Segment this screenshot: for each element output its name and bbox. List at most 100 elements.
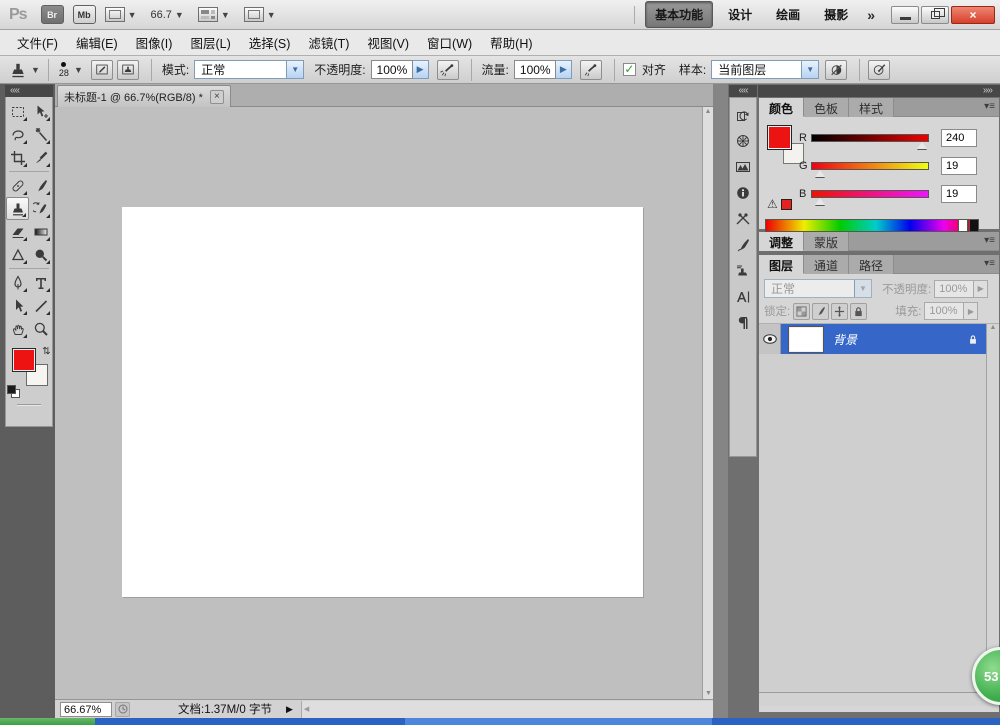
black-swatch[interactable] bbox=[969, 219, 979, 232]
collapse-dock-button[interactable]: »» bbox=[758, 85, 1000, 97]
clone-stamp-preset-button[interactable]: ▼ bbox=[8, 61, 40, 79]
lock-transparency-button[interactable] bbox=[793, 302, 811, 320]
menu-file[interactable]: 文件(F) bbox=[8, 29, 67, 56]
taskbar-sliver[interactable] bbox=[0, 718, 1000, 725]
pen-tool[interactable] bbox=[6, 271, 29, 294]
tab-swatches[interactable]: 色板 bbox=[804, 98, 850, 117]
tablet-pressure-button[interactable] bbox=[868, 59, 891, 80]
move-tool[interactable] bbox=[29, 100, 52, 123]
blue-value-input[interactable]: 19 bbox=[941, 185, 977, 203]
tab-adjustments[interactable]: 调整 bbox=[759, 232, 805, 251]
foreground-color-swatch[interactable] bbox=[12, 348, 36, 372]
gradient-tool[interactable] bbox=[29, 220, 52, 243]
paragraph-panel-button[interactable] bbox=[731, 310, 755, 336]
workspace-overflow-button[interactable]: » bbox=[867, 7, 875, 23]
scroll-down-icon[interactable]: ▼ bbox=[705, 689, 712, 699]
green-slider[interactable] bbox=[811, 162, 929, 177]
layer-row-background[interactable]: 背景 bbox=[759, 324, 986, 354]
document-tab[interactable]: 未标题-1 @ 66.7%(RGB/8) * × bbox=[57, 85, 231, 107]
tab-paths[interactable]: 路径 bbox=[849, 255, 895, 274]
magic-wand-tool[interactable] bbox=[29, 123, 52, 146]
vertical-scrollbar[interactable]: ▲ ▼ bbox=[702, 107, 713, 699]
airbrush-opacity-button[interactable] bbox=[436, 59, 459, 80]
blue-slider[interactable] bbox=[811, 190, 929, 205]
workspace-painting[interactable]: 绘画 bbox=[767, 2, 809, 27]
zoom-level-button[interactable]: 66.7 ▼ bbox=[151, 9, 184, 21]
ignore-adjustment-layers-button[interactable] bbox=[825, 59, 848, 80]
histogram-panel-button[interactable] bbox=[731, 154, 755, 180]
red-slider[interactable] bbox=[811, 134, 929, 149]
horizontal-scrollbar[interactable]: ◀ bbox=[300, 700, 713, 718]
layer-opacity-value[interactable]: 100% bbox=[934, 279, 975, 298]
workspace-design[interactable]: 设计 bbox=[719, 2, 761, 27]
toggle-brush-panel-button[interactable] bbox=[90, 59, 113, 80]
arrange-documents-button[interactable]: ▼ bbox=[197, 7, 230, 22]
color-spectrum-ramp[interactable] bbox=[765, 219, 979, 232]
workspace-essentials[interactable]: 基本功能 bbox=[645, 1, 714, 28]
crop-tool[interactable] bbox=[6, 146, 29, 169]
history-panel-button[interactable] bbox=[731, 102, 755, 128]
screen-mode-button[interactable]: ▼ bbox=[243, 7, 276, 22]
default-colors-icon[interactable] bbox=[7, 385, 20, 398]
type-tool[interactable] bbox=[29, 271, 52, 294]
character-panel-button[interactable] bbox=[731, 284, 755, 310]
tab-masks[interactable]: 蒙版 bbox=[804, 232, 850, 251]
mini-bridge-button[interactable]: Mb bbox=[72, 5, 96, 24]
chevron-right-icon[interactable]: ▶ bbox=[412, 60, 429, 79]
blend-mode-select[interactable]: 正常 ▼ bbox=[194, 60, 305, 79]
layer-blend-mode-select[interactable]: 正常 ▼ bbox=[764, 279, 872, 298]
panel-menu-icon[interactable]: ▾≡ bbox=[984, 235, 995, 246]
restore-button[interactable] bbox=[921, 5, 949, 24]
clone-source-panel-button[interactable] bbox=[731, 258, 755, 284]
info-panel-button[interactable] bbox=[731, 180, 755, 206]
menu-select[interactable]: 选择(S) bbox=[240, 29, 300, 56]
opacity-value[interactable]: 100% bbox=[370, 60, 413, 79]
layer-thumbnail[interactable] bbox=[788, 325, 824, 353]
close-button[interactable]: × bbox=[951, 5, 995, 24]
hand-tool[interactable] bbox=[6, 317, 29, 340]
tab-layers[interactable]: 图层 bbox=[759, 255, 805, 274]
clone-stamp-tool[interactable] bbox=[6, 197, 29, 220]
red-slider-handle[interactable] bbox=[917, 142, 927, 149]
lock-all-button[interactable] bbox=[850, 302, 868, 320]
chevron-right-icon[interactable]: ▶ bbox=[964, 302, 979, 320]
chevron-right-icon[interactable]: ▶ bbox=[974, 279, 989, 298]
green-value-input[interactable]: 19 bbox=[941, 157, 977, 175]
status-clock-icon[interactable] bbox=[115, 701, 130, 717]
menu-filter[interactable]: 滤镜(T) bbox=[299, 29, 358, 56]
airbrush-flow-button[interactable] bbox=[579, 59, 602, 80]
canvas-background[interactable] bbox=[55, 107, 702, 699]
gamut-color-swatch[interactable] bbox=[780, 198, 792, 210]
brush-tool[interactable] bbox=[29, 174, 52, 197]
blur-tool[interactable] bbox=[6, 243, 29, 266]
close-icon[interactable]: × bbox=[209, 89, 224, 104]
opacity-field[interactable]: 100% ▶ bbox=[370, 60, 429, 79]
taskbar-green-segment[interactable] bbox=[0, 718, 95, 725]
panel-menu-icon[interactable]: ▾≡ bbox=[984, 101, 995, 112]
white-swatch[interactable] bbox=[958, 219, 968, 232]
workspace-photography[interactable]: 摄影 bbox=[815, 2, 857, 27]
path-selection-tool[interactable] bbox=[6, 294, 29, 317]
eraser-tool[interactable] bbox=[6, 220, 29, 243]
lasso-tool[interactable] bbox=[6, 123, 29, 146]
menu-help[interactable]: 帮助(H) bbox=[481, 29, 541, 56]
view-extras-button[interactable]: ▼ bbox=[104, 7, 137, 22]
navigator-panel-button[interactable] bbox=[731, 128, 755, 154]
flow-field[interactable]: 100% ▶ bbox=[513, 60, 572, 79]
red-value-input[interactable]: 240 bbox=[941, 129, 977, 147]
document-canvas[interactable] bbox=[122, 207, 643, 597]
layers-scrollbar[interactable]: ▲ bbox=[986, 324, 999, 692]
menu-layer[interactable]: 图层(L) bbox=[181, 29, 239, 56]
blue-slider-handle[interactable] bbox=[815, 198, 825, 205]
chevron-right-icon[interactable]: ▶ bbox=[555, 60, 572, 79]
panel-grip[interactable] bbox=[17, 404, 41, 406]
panel-menu-icon[interactable]: ▾≡ bbox=[984, 258, 995, 269]
menu-image[interactable]: 图像(I) bbox=[127, 29, 182, 56]
lock-position-button[interactable] bbox=[831, 302, 849, 320]
brush-presets-panel-button[interactable] bbox=[731, 206, 755, 232]
history-brush-tool[interactable] bbox=[29, 197, 52, 220]
menu-edit[interactable]: 编辑(E) bbox=[67, 29, 127, 56]
minimize-button[interactable] bbox=[891, 5, 919, 24]
zoom-tool[interactable] bbox=[29, 317, 52, 340]
aligned-checkbox[interactable]: ✓ bbox=[622, 63, 636, 76]
